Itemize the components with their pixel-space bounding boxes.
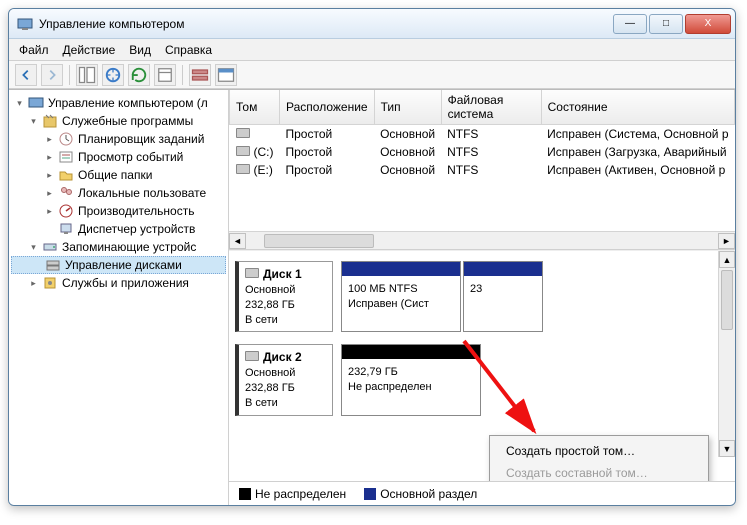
volume-list: Том Расположение Тип Файловая система Со… (229, 90, 735, 250)
app-window: Управление компьютером — □ X Файл Действ… (8, 8, 736, 506)
toolbar-btn-2[interactable] (102, 64, 124, 86)
vertical-scrollbar[interactable]: ▲ ▼ (718, 251, 735, 457)
menu-file[interactable]: Файл (19, 43, 49, 57)
tree-device-manager[interactable]: Диспетчер устройств (11, 220, 226, 238)
disk-icon (245, 351, 259, 361)
disk-row-2: Диск 2 Основной 232,88 ГБ В сети 232,79 … (235, 344, 729, 415)
ctx-create-simple-volume[interactable]: Создать простой том… (492, 440, 706, 462)
partition-unallocated[interactable]: 232,79 ГБНе распределен (341, 344, 481, 415)
disk-info[interactable]: Диск 2 Основной 232,88 ГБ В сети (235, 344, 333, 415)
app-icon (17, 16, 33, 32)
col-volume[interactable]: Том (230, 90, 280, 125)
col-status[interactable]: Состояние (541, 90, 734, 125)
disk-row-1: Диск 1 Основной 232,88 ГБ В сети 100 МБ … (235, 261, 729, 332)
nav-tree: ▾Управление компьютером (л ▾Служебные пр… (9, 90, 229, 505)
partition-header (342, 345, 480, 359)
tree-local-users[interactable]: ▸Локальные пользовате (11, 184, 226, 202)
table-row[interactable]: (E:) ПростойОсновнойNTFSИсправен (Активе… (230, 161, 735, 179)
tree-label: Планировщик заданий (78, 132, 204, 146)
tree-label: Запоминающие устройс (62, 240, 196, 254)
tree-system-tools[interactable]: ▾Служебные программы (11, 112, 226, 130)
tree-performance[interactable]: ▸Производительность (11, 202, 226, 220)
toolbar-btn-5[interactable] (189, 64, 211, 86)
tree-task-scheduler[interactable]: ▸Планировщик заданий (11, 130, 226, 148)
scroll-down-icon[interactable]: ▼ (719, 440, 735, 457)
toolbar-btn-4[interactable] (154, 64, 176, 86)
tree-label: Общие папки (78, 168, 152, 182)
legend-unallocated: Не распределен (239, 487, 346, 501)
menu-help[interactable]: Справка (165, 43, 212, 57)
menubar: Файл Действие Вид Справка (9, 39, 735, 61)
toolbar-btn-1[interactable] (76, 64, 98, 86)
minimize-button[interactable]: — (613, 14, 647, 34)
table-row[interactable]: (C:) ПростойОсновнойNTFSИсправен (Загруз… (230, 143, 735, 161)
volume-table: Том Расположение Тип Файловая система Со… (229, 90, 735, 179)
partition-header (464, 262, 542, 276)
tree-event-viewer[interactable]: ▸Просмотр событий (11, 148, 226, 166)
legend: Не распределен Основной раздел (229, 481, 735, 505)
partition[interactable]: 100 МБ NTFSИсправен (Сист (341, 261, 461, 332)
toolbar-separator (182, 65, 183, 85)
content-body: ▾Управление компьютером (л ▾Служебные пр… (9, 89, 735, 505)
tree-disk-management[interactable]: Управление дисками (11, 256, 226, 274)
ctx-create-spanned-volume: Создать составной том… (492, 462, 706, 481)
tree-label: Просмотр событий (78, 150, 183, 164)
tree-root-label: Управление компьютером (л (48, 96, 208, 110)
tree-storage[interactable]: ▾Запоминающие устройс (11, 238, 226, 256)
drive-icon (236, 128, 250, 138)
scroll-thumb[interactable] (721, 270, 733, 330)
horizontal-scrollbar[interactable]: ◄ ► (229, 231, 735, 249)
tree-label: Локальные пользовате (78, 186, 206, 200)
tree-label: Управление дисками (65, 258, 182, 272)
window-buttons: — □ X (613, 14, 731, 34)
close-button[interactable]: X (685, 14, 731, 34)
toolbar (9, 61, 735, 89)
tree-label: Производительность (78, 204, 194, 218)
forward-button[interactable] (41, 64, 63, 86)
toolbar-btn-6[interactable] (215, 64, 237, 86)
window-title: Управление компьютером (39, 17, 613, 31)
disk-name: Диск 2 (263, 350, 302, 364)
disk-icon (245, 268, 259, 278)
disk-info[interactable]: Диск 1 Основной 232,88 ГБ В сети (235, 261, 333, 332)
tree-label: Диспетчер устройств (78, 222, 195, 236)
table-row[interactable]: ПростойОсновнойNTFSИсправен (Система, Ос… (230, 125, 735, 144)
back-button[interactable] (15, 64, 37, 86)
drive-icon (236, 146, 250, 156)
col-fs[interactable]: Файловая система (441, 90, 541, 125)
maximize-button[interactable]: □ (649, 14, 683, 34)
col-layout[interactable]: Расположение (280, 90, 375, 125)
legend-primary: Основной раздел (364, 487, 477, 501)
scroll-up-icon[interactable]: ▲ (719, 251, 735, 268)
tree-shared-folders[interactable]: ▸Общие папки (11, 166, 226, 184)
drive-icon (236, 164, 250, 174)
titlebar: Управление компьютером — □ X (9, 9, 735, 39)
scroll-right-icon[interactable]: ► (718, 233, 735, 249)
disk-name: Диск 1 (263, 267, 302, 281)
toolbar-separator (69, 65, 70, 85)
disk-graphic-pane: Диск 1 Основной 232,88 ГБ В сети 100 МБ … (229, 250, 735, 481)
tree-root[interactable]: ▾Управление компьютером (л (11, 94, 226, 112)
scroll-left-icon[interactable]: ◄ (229, 233, 246, 249)
partition[interactable]: 23 (463, 261, 543, 332)
context-menu: Создать простой том… Создать составной т… (489, 435, 709, 481)
tree-label: Служебные программы (62, 114, 193, 128)
partition-header (342, 262, 460, 276)
menu-view[interactable]: Вид (129, 43, 151, 57)
col-type[interactable]: Тип (374, 90, 441, 125)
scroll-thumb[interactable] (264, 234, 374, 248)
tree-services[interactable]: ▸Службы и приложения (11, 274, 226, 292)
refresh-button[interactable] (128, 64, 150, 86)
tree-label: Службы и приложения (62, 276, 189, 290)
menu-action[interactable]: Действие (63, 43, 116, 57)
right-pane: Том Расположение Тип Файловая система Со… (229, 90, 735, 505)
